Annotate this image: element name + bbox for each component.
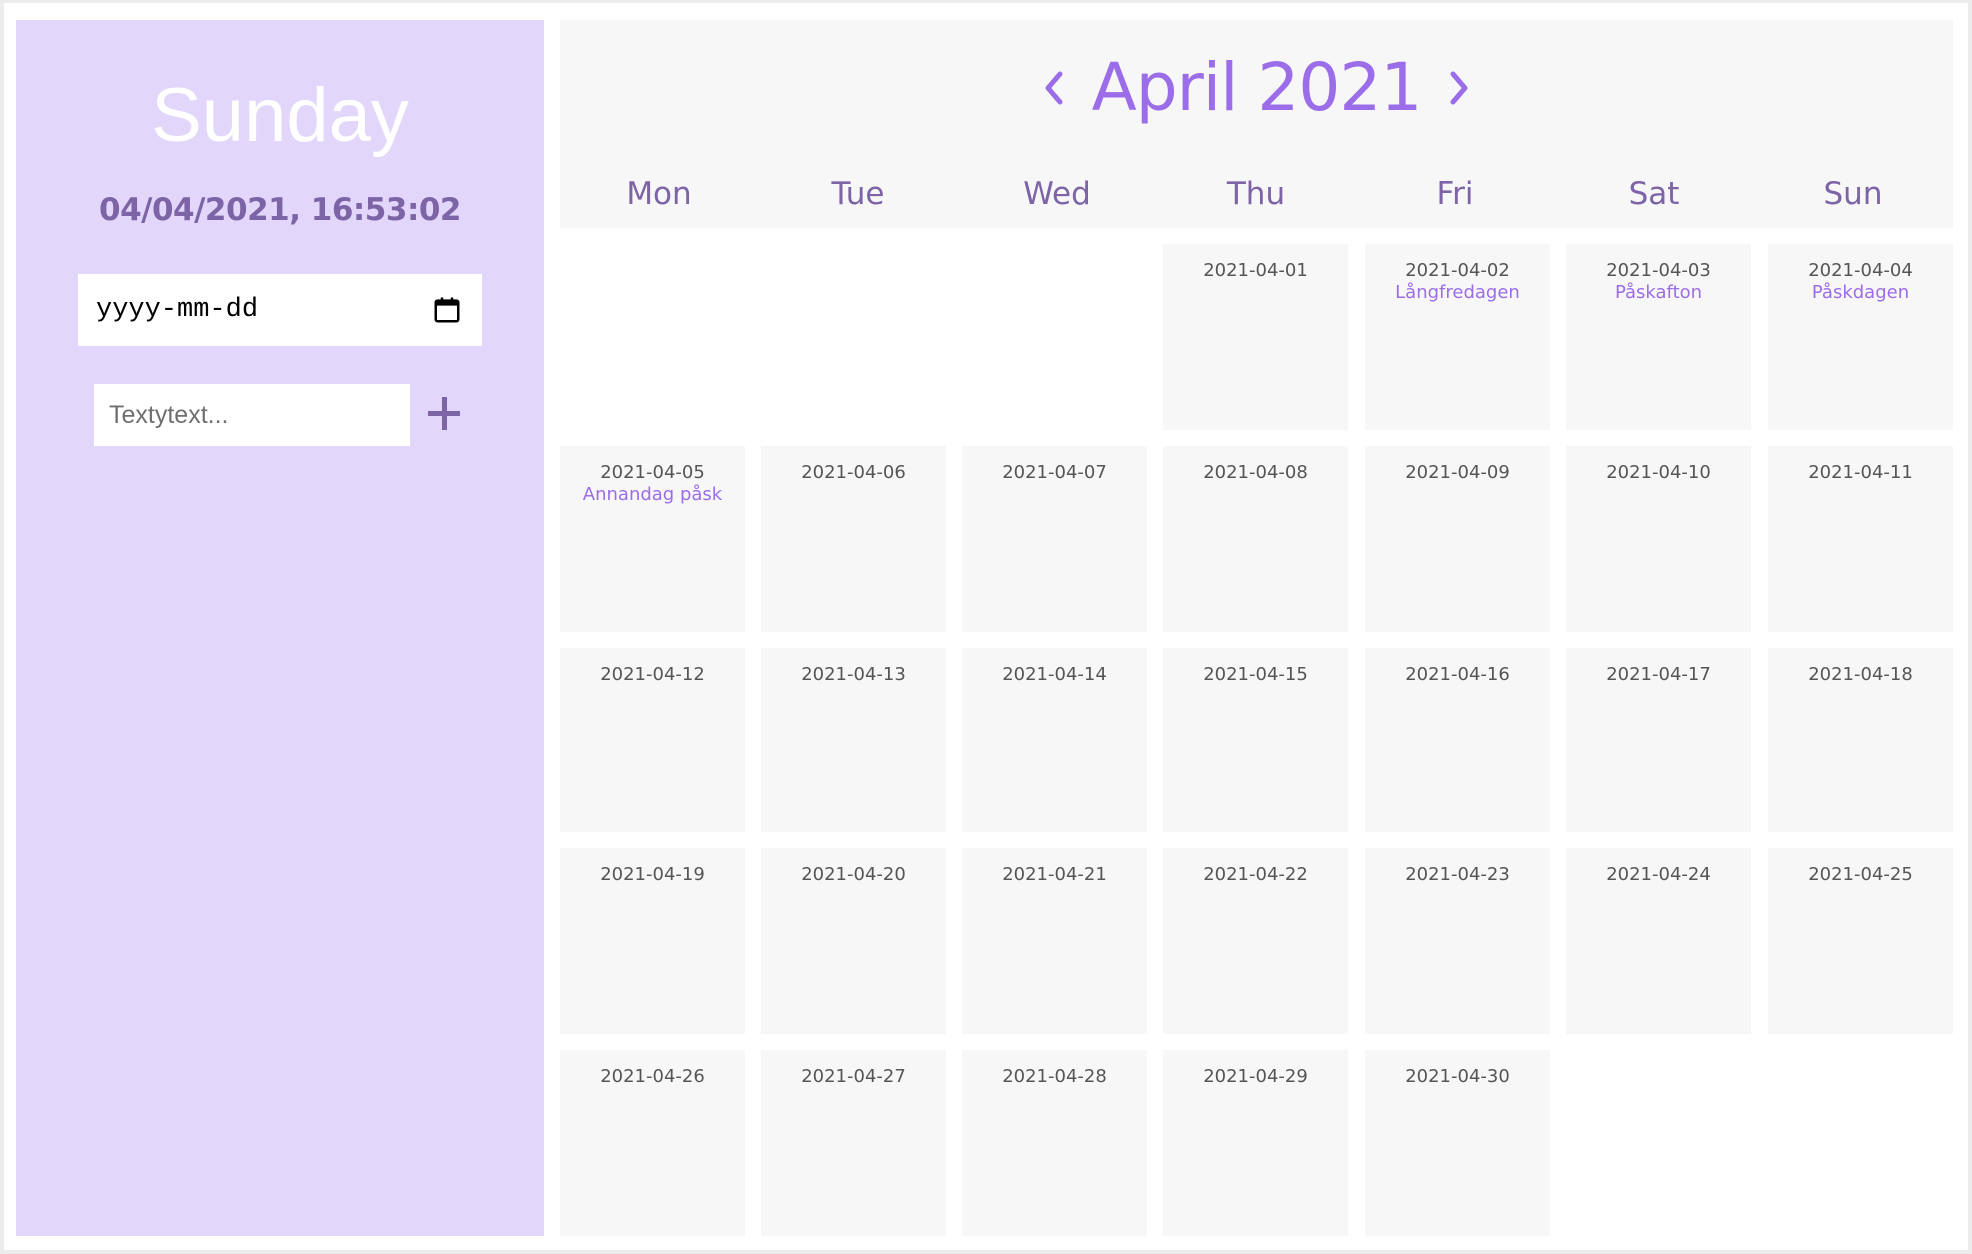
date-input[interactable]: yyyy-mm-dd — [78, 274, 482, 346]
day-cell-date: 2021-04-30 — [1405, 1066, 1510, 1087]
day-cell[interactable]: 2021-04-19 — [560, 848, 745, 1034]
day-cell-date: 2021-04-02 — [1405, 260, 1510, 281]
day-cell[interactable]: 2021-04-22 — [1163, 848, 1348, 1034]
day-cell[interactable]: 2021-04-02 Långfredagen — [1365, 244, 1550, 430]
day-cell[interactable]: 2021-04-12 — [560, 648, 745, 832]
day-cell-date: 2021-04-11 — [1808, 462, 1913, 483]
day-cell-date: 2021-04-09 — [1405, 462, 1510, 483]
day-cell-holiday: Annandag påsk — [582, 484, 723, 505]
day-cell[interactable]: 2021-04-13 — [761, 648, 946, 832]
day-cell-date: 2021-04-29 — [1203, 1066, 1308, 1087]
chevron-right-icon — [1450, 71, 1468, 105]
day-cell-date: 2021-04-14 — [1002, 664, 1107, 685]
day-cell[interactable]: 2021-04-06 — [761, 446, 946, 632]
day-cell-date: 2021-04-15 — [1203, 664, 1308, 685]
day-cell[interactable]: 2021-04-18 — [1768, 648, 1953, 832]
day-cell[interactable]: 2021-04-26 — [560, 1050, 745, 1236]
weekday-sat: Sat — [1628, 176, 1680, 212]
weekday-sun: Sun — [1823, 176, 1883, 212]
day-cell-date: 2021-04-24 — [1606, 864, 1711, 885]
day-cell-date: 2021-04-03 — [1606, 260, 1711, 281]
day-cell[interactable]: 2021-04-01 — [1163, 244, 1348, 430]
day-cell-date: 2021-04-16 — [1405, 664, 1510, 685]
day-cell-date: 2021-04-20 — [801, 864, 906, 885]
day-cell[interactable]: 2021-04-21 — [962, 848, 1147, 1034]
day-cell-date: 2021-04-19 — [600, 864, 705, 885]
day-cell-date: 2021-04-18 — [1808, 664, 1913, 685]
day-cell[interactable]: 2021-04-07 — [962, 446, 1147, 632]
chevron-left-icon — [1045, 71, 1063, 105]
day-cell-holiday: Långfredagen — [1395, 282, 1520, 303]
day-cell-date: 2021-04-28 — [1002, 1066, 1107, 1087]
day-cell-date: 2021-04-21 — [1002, 864, 1107, 885]
day-cell[interactable]: 2021-04-28 — [962, 1050, 1147, 1236]
day-cell-date: 2021-04-17 — [1606, 664, 1711, 685]
day-cell[interactable]: 2021-04-16 — [1365, 648, 1550, 832]
day-cell-holiday: Påskdagen — [1811, 282, 1910, 303]
day-cell[interactable]: 2021-04-08 — [1163, 446, 1348, 632]
day-cell[interactable]: 2021-04-23 — [1365, 848, 1550, 1034]
day-cell[interactable]: 2021-04-17 — [1566, 648, 1751, 832]
day-cell-date: 2021-04-06 — [801, 462, 906, 483]
text-input[interactable] — [94, 384, 410, 446]
day-cell[interactable]: 2021-04-24 — [1566, 848, 1751, 1034]
next-month-button[interactable] — [1437, 58, 1481, 118]
day-cell[interactable]: 2021-04-30 — [1365, 1050, 1550, 1236]
calendar-header: April 2021 Mon Tue Wed Thu Fri Sat Sun — [560, 20, 1953, 228]
weekday-wed: Wed — [1023, 176, 1091, 212]
weekday-tue: Tue — [831, 176, 885, 212]
sidebar: Sunday 04/04/2021, 16:53:02 yyyy-mm-dd — [16, 20, 544, 1236]
day-cell-date: 2021-04-04 — [1808, 260, 1913, 281]
day-cell[interactable]: 2021-04-15 — [1163, 648, 1348, 832]
month-title: April 2021 — [1091, 49, 1423, 126]
day-cell-date: 2021-04-08 — [1203, 462, 1308, 483]
day-cell[interactable]: 2021-04-20 — [761, 848, 946, 1034]
day-cell[interactable]: 2021-04-11 — [1768, 446, 1953, 632]
add-button[interactable] — [424, 394, 464, 434]
day-cell[interactable]: 2021-04-14 — [962, 648, 1147, 832]
day-name: Sunday — [151, 73, 409, 158]
day-cell-date: 2021-04-12 — [600, 664, 705, 685]
day-cell-date: 2021-04-07 — [1002, 462, 1107, 483]
prev-month-button[interactable] — [1032, 58, 1076, 118]
current-datetime: 04/04/2021, 16:53:02 — [99, 192, 462, 228]
day-cell[interactable]: 2021-04-03 Påskafton — [1566, 244, 1751, 430]
day-cell[interactable]: 2021-04-04 Påskdagen — [1768, 244, 1953, 430]
day-cell-date: 2021-04-05 — [600, 462, 705, 483]
date-input-placeholder: yyyy-mm-dd — [96, 295, 259, 325]
day-cell-date: 2021-04-22 — [1203, 864, 1308, 885]
day-cell-date: 2021-04-10 — [1606, 462, 1711, 483]
weekday-thu: Thu — [1226, 176, 1286, 212]
day-cell-date: 2021-04-26 — [600, 1066, 705, 1087]
weekday-mon: Mon — [626, 176, 692, 212]
day-cell[interactable]: 2021-04-09 — [1365, 446, 1550, 632]
month-navigation: April 2021 — [560, 48, 1953, 128]
day-cell-date: 2021-04-13 — [801, 664, 906, 685]
day-cell-date: 2021-04-23 — [1405, 864, 1510, 885]
day-cell-holiday: Påskafton — [1614, 282, 1703, 303]
day-cell-date: 2021-04-27 — [801, 1066, 906, 1087]
day-cell[interactable]: 2021-04-25 — [1768, 848, 1953, 1034]
day-cell[interactable]: 2021-04-27 — [761, 1050, 946, 1236]
calendar-icon[interactable] — [432, 295, 462, 325]
day-cell[interactable]: 2021-04-05 Annandag påsk — [560, 446, 745, 632]
day-cell-date: 2021-04-25 — [1808, 864, 1913, 885]
day-cell-date: 2021-04-01 — [1203, 260, 1308, 281]
day-cell[interactable]: 2021-04-10 — [1566, 446, 1751, 632]
weekday-fri: Fri — [1436, 176, 1474, 212]
day-cell[interactable]: 2021-04-29 — [1163, 1050, 1348, 1236]
